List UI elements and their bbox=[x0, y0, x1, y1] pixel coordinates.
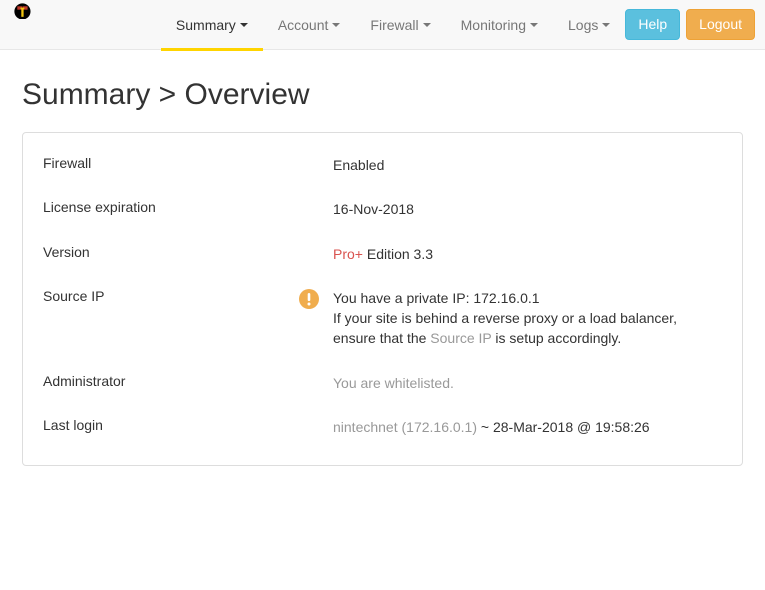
row-license: License expiration 16-Nov-2018 bbox=[43, 187, 722, 231]
lastlogin-rest: ~ 28-Mar-2018 @ 19:58:26 bbox=[477, 419, 650, 435]
row-value: Pro+ Edition 3.3 bbox=[333, 244, 722, 264]
logout-button[interactable]: Logout bbox=[686, 9, 755, 40]
nav-label: Firewall bbox=[370, 17, 418, 33]
nav-label: Logs bbox=[568, 17, 598, 33]
nav-item-monitoring[interactable]: Monitoring bbox=[446, 0, 553, 50]
logo bbox=[14, 3, 31, 47]
row-value: You have a private IP: 172.16.0.1 If you… bbox=[333, 288, 722, 349]
chevron-down-icon bbox=[332, 23, 340, 27]
row-label: Last login bbox=[43, 417, 333, 433]
nav-label: Summary bbox=[176, 17, 236, 33]
row-label: Firewall bbox=[43, 155, 333, 171]
page-title: Summary > Overview bbox=[22, 78, 743, 112]
row-firewall: Firewall Enabled bbox=[43, 143, 722, 187]
row-version: Version Pro+ Edition 3.3 bbox=[43, 232, 722, 276]
row-label: Source IP bbox=[43, 288, 333, 309]
row-lastlogin: Last login nintechnet (172.16.0.1) ~ 28-… bbox=[43, 405, 722, 449]
firewall-logo-icon bbox=[14, 3, 31, 20]
nav-item-summary[interactable]: Summary bbox=[161, 0, 263, 50]
row-value: 16-Nov-2018 bbox=[333, 199, 722, 219]
summary-panel: Firewall Enabled License expiration 16-N… bbox=[22, 132, 743, 466]
nav-label: Monitoring bbox=[461, 17, 526, 33]
row-value: nintechnet (172.16.0.1) ~ 28-Mar-2018 @ … bbox=[333, 417, 722, 437]
row-sourceip: Source IP You have a private IP: 172.16.… bbox=[43, 276, 722, 361]
navbar: Summary Account Firewall Monitoring Logs… bbox=[0, 0, 765, 50]
nav-item-account[interactable]: Account bbox=[263, 0, 356, 50]
row-label: Administrator bbox=[43, 373, 333, 389]
chevron-down-icon bbox=[423, 23, 431, 27]
row-value: Enabled bbox=[333, 155, 722, 175]
sourceip-line1: You have a private IP: 172.16.0.1 bbox=[333, 288, 722, 308]
row-admin: Administrator You are whitelisted. bbox=[43, 361, 722, 405]
version-edition: Edition 3.3 bbox=[363, 246, 433, 262]
version-pro: Pro+ bbox=[333, 246, 363, 262]
nav-item-logs[interactable]: Logs bbox=[553, 0, 625, 50]
help-button[interactable]: Help bbox=[625, 9, 680, 40]
nav-label: Account bbox=[278, 17, 329, 33]
chevron-down-icon bbox=[240, 23, 248, 27]
nav-links: Summary Account Firewall Monitoring Logs bbox=[161, 0, 625, 50]
warning-icon bbox=[299, 289, 319, 309]
chevron-down-icon bbox=[530, 23, 538, 27]
chevron-down-icon bbox=[602, 23, 610, 27]
sourceip-text-b: is setup accordingly. bbox=[492, 330, 622, 346]
sourceip-line2: If your site is behind a reverse proxy o… bbox=[333, 308, 722, 349]
lastlogin-user: nintechnet (172.16.0.1) bbox=[333, 419, 477, 435]
sourceip-link[interactable]: Source IP bbox=[430, 330, 491, 346]
content: Summary > Overview Firewall Enabled Lice… bbox=[0, 50, 765, 486]
row-label-text: Source IP bbox=[43, 288, 104, 304]
row-label: License expiration bbox=[43, 199, 333, 215]
row-value: You are whitelisted. bbox=[333, 373, 722, 393]
nav-item-firewall[interactable]: Firewall bbox=[355, 0, 445, 50]
nav-right: Help Logout bbox=[625, 9, 755, 40]
row-label: Version bbox=[43, 244, 333, 260]
